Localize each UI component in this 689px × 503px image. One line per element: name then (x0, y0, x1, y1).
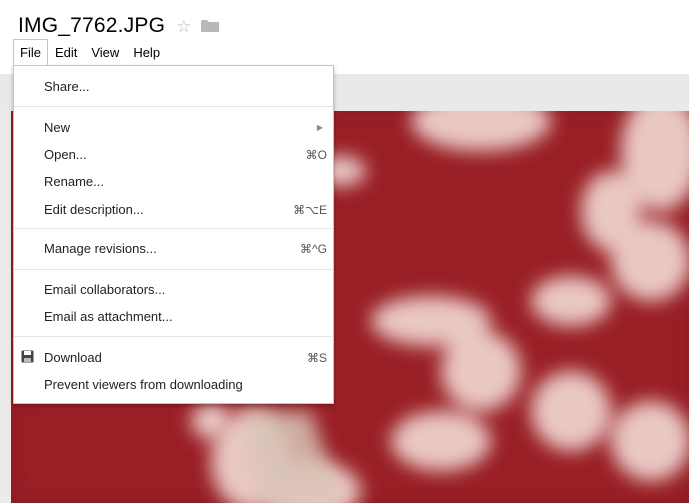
menu-edit-label: Edit (54, 44, 78, 60)
menu-view-label: View (91, 44, 120, 60)
menu-item-shortcut: ⌘⌥E (293, 202, 327, 217)
submenu-arrow-icon: ▶ (316, 123, 323, 132)
menu-item-edit-description[interactable]: Edit description... ⌘⌥E (14, 196, 333, 223)
menu-item-label: Email as attachment... (44, 309, 173, 324)
menu-item-open[interactable]: Open... ⌘O (14, 141, 333, 168)
menu-item-rename[interactable]: Rename... (14, 168, 333, 195)
menu-item-label: Download (44, 350, 102, 365)
menu-separator (14, 228, 333, 229)
document-title[interactable]: IMG_7762.JPG (18, 14, 165, 38)
menu-item-email-collaborators[interactable]: Email collaborators... (14, 276, 333, 303)
menu-file[interactable]: File (13, 39, 48, 65)
menu-item-email-attachment[interactable]: Email as attachment... (14, 303, 333, 330)
menu-file-label: File (20, 45, 41, 60)
menu-help[interactable]: Help (126, 39, 167, 65)
menu-item-label: Open... (44, 147, 87, 162)
menu-item-download[interactable]: Download ⌘S (14, 344, 333, 371)
menu-edit[interactable]: Edit (48, 39, 84, 65)
menu-item-label: New (44, 120, 71, 135)
folder-icon[interactable] (201, 19, 220, 33)
title-bar: IMG_7762.JPG ☆ (18, 12, 220, 40)
menu-item-shortcut: ⌘^G (300, 241, 327, 256)
menu-item-label: Manage revisions... (44, 241, 157, 256)
menu-item-label: Rename... (44, 174, 104, 189)
menu-item-label: Share... (44, 79, 90, 94)
menu-item-new[interactable]: New ▶ (14, 114, 333, 141)
menu-item-shortcut: ⌘S (306, 350, 327, 365)
floppy-disk-icon (21, 350, 34, 363)
menu-bar: File Edit View Help (13, 39, 167, 65)
menu-item-label: Edit description... (44, 202, 144, 217)
menu-separator (14, 336, 333, 337)
menu-view[interactable]: View (84, 39, 126, 65)
menu-item-prevent-downloading[interactable]: Prevent viewers from downloading (14, 371, 333, 398)
menu-separator (14, 106, 333, 107)
menu-separator (14, 269, 333, 270)
menu-item-label: Prevent viewers from downloading (44, 377, 243, 392)
menu-item-manage-revisions[interactable]: Manage revisions... ⌘^G (14, 235, 333, 262)
menu-item-label: Email collaborators... (44, 282, 166, 297)
menu-help-label: Help (133, 44, 161, 60)
menu-item-share[interactable]: Share... (14, 73, 333, 100)
menu-item-shortcut: ⌘O (305, 147, 327, 162)
file-menu-dropdown: Share... New ▶ Open... ⌘O Rename... Edit… (13, 65, 334, 404)
star-icon[interactable]: ☆ (176, 18, 191, 35)
